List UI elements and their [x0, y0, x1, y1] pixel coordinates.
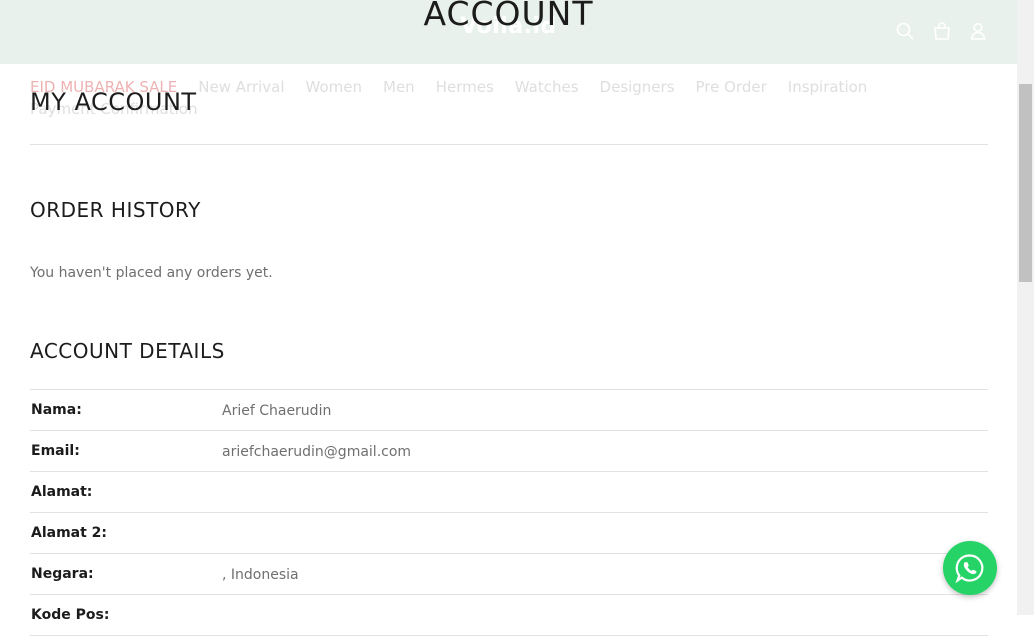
detail-label: Negara: [31, 566, 94, 582]
page-title: MY ACCOUNT [30, 88, 197, 116]
search-icon[interactable] [895, 21, 915, 41]
detail-label: Email: [31, 443, 80, 459]
detail-label: Nama: [31, 402, 82, 418]
detail-row-nama: Nama: Arief Chaerudin [30, 390, 988, 431]
detail-row-negara: Negara: , Indonesia [30, 554, 988, 595]
detail-row-kode-pos: Kode Pos: [30, 595, 988, 636]
account-details-table: Nama: Arief Chaerudin Email: ariefchaeru… [30, 389, 988, 636]
whatsapp-chat-button[interactable] [943, 541, 997, 595]
detail-value: Arief Chaerudin [222, 403, 332, 419]
detail-label: Alamat: [31, 484, 93, 500]
account-title-block: MY ACCOUNT [30, 88, 988, 145]
whatsapp-icon [955, 554, 984, 583]
order-history-heading: ORDER HISTORY [30, 198, 201, 222]
detail-value: , Indonesia [222, 567, 299, 583]
detail-row-alamat: Alamat: [30, 472, 988, 513]
site-header: Voila.id ACCOUNT [0, 0, 1017, 64]
page-scrollbar[interactable] [1017, 0, 1034, 615]
scrollbar-thumb[interactable] [1019, 84, 1032, 282]
detail-label: Kode Pos: [31, 607, 110, 623]
account-details-heading: ACCOUNT DETAILS [30, 339, 225, 363]
detail-value: ariefchaerudin@gmail.com [222, 444, 412, 460]
user-icon[interactable] [968, 21, 988, 41]
detail-row-alamat-2: Alamat 2: [30, 513, 988, 554]
page-heading: ACCOUNT [423, 0, 594, 33]
no-orders-text: You haven't placed any orders yet. [30, 265, 273, 281]
detail-row-email: Email: ariefchaerudin@gmail.com [30, 431, 988, 472]
detail-label: Alamat 2: [31, 525, 108, 541]
cart-icon[interactable] [932, 21, 952, 41]
